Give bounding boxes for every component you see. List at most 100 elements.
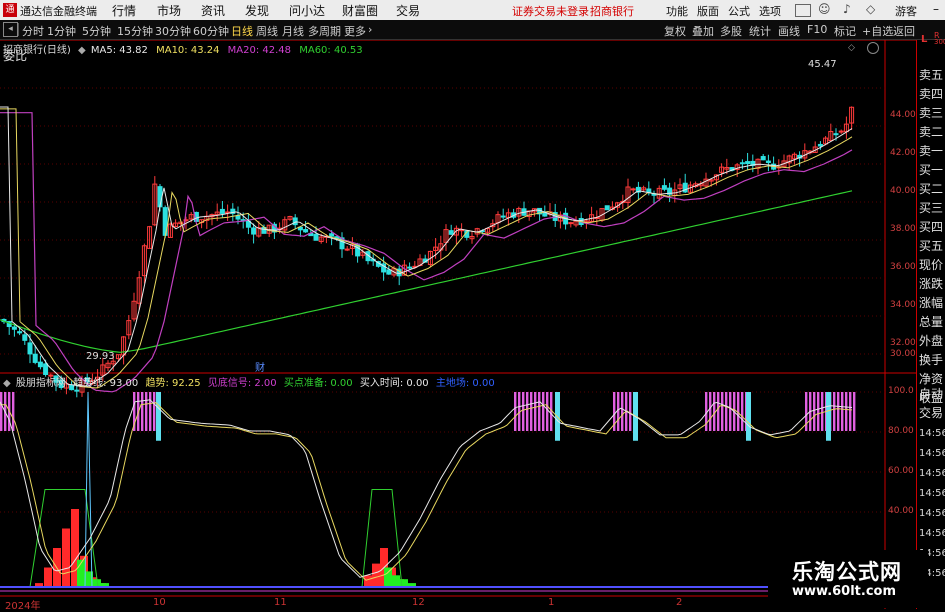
trade-time: 14:56 <box>919 468 945 479</box>
menu-ask[interactable]: 问小达 <box>289 2 325 19</box>
quote-row[interactable]: 外盘 <box>919 332 943 351</box>
period-30min[interactable]: 30分钟 <box>155 23 191 39</box>
candle-body <box>43 363 49 375</box>
kline-chart[interactable] <box>0 40 916 609</box>
ma20-label: MA20: 42.48 <box>227 45 292 56</box>
menu-function[interactable]: 功能 <box>666 3 688 19</box>
period-intraday[interactable]: 分时 <box>22 23 44 39</box>
price-tick: 32.00 <box>890 338 916 348</box>
quote-row[interactable]: 卖四 <box>919 85 943 104</box>
period-multi[interactable]: 多周期 <box>308 23 341 39</box>
quote-row[interactable]: 买三 <box>919 199 943 218</box>
menu-trade[interactable]: 交易 <box>396 2 420 19</box>
quote-row[interactable]: 涨幅 <box>919 294 943 313</box>
diamond-icon[interactable]: ◇ <box>848 43 855 53</box>
quote-row[interactable]: 卖五 <box>919 66 943 85</box>
quote-row[interactable]: 卖二 <box>919 123 943 142</box>
period-weekly[interactable]: 周线 <box>256 23 278 39</box>
quote-row[interactable]: 买五 <box>919 237 943 256</box>
candle-body <box>745 161 751 165</box>
candle-body <box>661 185 667 190</box>
zoom-icon[interactable] <box>867 42 879 54</box>
signal-marker <box>826 392 831 441</box>
buy-prep-label: 买点准备: 0.00 <box>283 378 353 389</box>
toggle-icon[interactable]: ◂ <box>3 22 18 37</box>
high-price-label: 45.47 <box>808 59 837 70</box>
mark-button[interactable]: 标记 <box>834 23 856 39</box>
restore-rights-button[interactable]: 复权 <box>664 23 686 39</box>
trendline-line <box>0 399 853 578</box>
trendline-label: 趋势线: 93.00 <box>73 378 139 389</box>
quote-row[interactable]: 现价 <box>919 256 943 275</box>
add-watchlist-button[interactable]: +自选 <box>862 23 893 39</box>
menu-options[interactable]: 选项 <box>759 3 781 19</box>
menu-quotes[interactable]: 行情 <box>112 2 136 19</box>
ma60-label: MA60: 40.53 <box>299 45 363 56</box>
quote-row[interactable]: 自动 <box>919 385 943 404</box>
dropdown-icon[interactable]: ◆ <box>78 45 86 56</box>
broker-name: 招商银行 <box>590 5 634 18</box>
shield-icon[interactable]: ◇ <box>866 2 875 16</box>
login-notice[interactable]: 证券交易未登录 <box>512 3 589 19</box>
period-more[interactable]: 更多 <box>344 23 366 39</box>
period-15min[interactable]: 15分钟 <box>117 23 153 39</box>
quote-row[interactable]: 买四 <box>919 218 943 237</box>
signal-bar <box>709 392 712 431</box>
trend-line <box>0 402 853 581</box>
bottom-histogram <box>364 575 372 587</box>
indicator-name[interactable]: 股朋指标网 <box>16 378 66 389</box>
candle-body <box>11 326 17 330</box>
signal-marker <box>746 392 751 441</box>
chevron-right-icon[interactable]: › <box>368 23 372 36</box>
period-1min[interactable]: 1分钟 <box>47 23 76 39</box>
menu-news[interactable]: 资讯 <box>201 2 225 19</box>
finance-marker[interactable]: 财 <box>255 359 265 374</box>
menu-market[interactable]: 市场 <box>157 2 181 19</box>
bell-icon[interactable]: ♪ <box>843 2 851 16</box>
period-daily[interactable]: 日线 <box>231 23 253 39</box>
quote-row[interactable]: 卖三 <box>919 104 943 123</box>
ma5-line <box>0 106 853 387</box>
price-tick: 30.00 <box>890 349 916 359</box>
menu-layout[interactable]: 版面 <box>697 3 719 19</box>
candle-body <box>74 389 80 392</box>
quote-row[interactable]: 总量 <box>919 313 943 332</box>
watermark-url: www.60lt.com <box>792 584 897 599</box>
quote-row[interactable]: 买二 <box>919 180 943 199</box>
signal-bar <box>514 392 517 431</box>
quote-row[interactable]: 卖一 <box>919 142 943 161</box>
draw-line-button[interactable]: 画线 <box>778 23 800 39</box>
quote-row[interactable]: 买一 <box>919 161 943 180</box>
candle-body <box>817 143 823 147</box>
quote-row[interactable]: 换手 <box>919 351 943 370</box>
user-icon[interactable]: ☺ <box>818 2 831 16</box>
quote-row[interactable]: 交易 <box>919 404 943 423</box>
trade-time: 14:56 <box>919 488 945 499</box>
period-5min[interactable]: 5分钟 <box>82 23 111 39</box>
back-button[interactable]: 返回 <box>893 23 915 39</box>
overlay-button[interactable]: 叠加 <box>692 23 714 39</box>
main-field-label: 主地场: 0.00 <box>435 378 495 389</box>
indicator-dropdown-icon[interactable]: ◆ <box>3 378 11 389</box>
candle-body <box>329 233 335 237</box>
signal-bar <box>522 392 525 431</box>
multi-stock-button[interactable]: 多股 <box>720 23 742 39</box>
x-tick: 2024年 <box>5 601 41 612</box>
signal-bar <box>853 392 856 431</box>
price-tick: 38.00 <box>890 224 916 234</box>
menu-formula[interactable]: 公式 <box>728 3 750 19</box>
f10-button[interactable]: F10 <box>807 23 827 36</box>
quote-row[interactable]: 委比 <box>3 47 27 66</box>
period-60min[interactable]: 60分钟 <box>193 23 229 39</box>
stats-button[interactable]: 统计 <box>749 23 771 39</box>
signal-bar <box>833 392 836 431</box>
period-monthly[interactable]: 月线 <box>282 23 304 39</box>
menu-discover[interactable]: 发现 <box>245 2 269 19</box>
quote-row[interactable]: 涨跌 <box>919 275 943 294</box>
signal-bar <box>721 392 724 431</box>
window-icon[interactable] <box>795 4 811 17</box>
minimize-icon[interactable]: – <box>933 2 939 16</box>
guest-label[interactable]: 游客 <box>895 3 917 19</box>
candle-body <box>448 230 454 235</box>
menu-wealth[interactable]: 财富圈 <box>342 2 378 19</box>
